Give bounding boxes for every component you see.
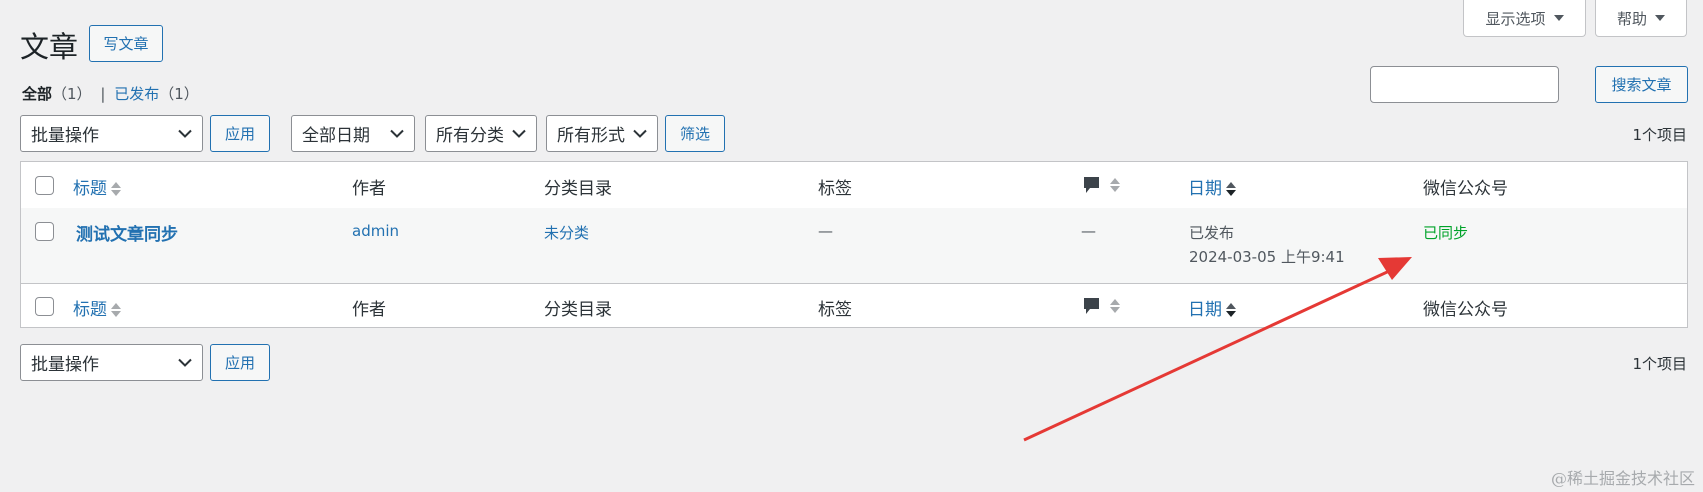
watermark: @稀土掘金技术社区 — [1550, 469, 1695, 488]
annotation-arrow — [1023, 257, 1412, 442]
